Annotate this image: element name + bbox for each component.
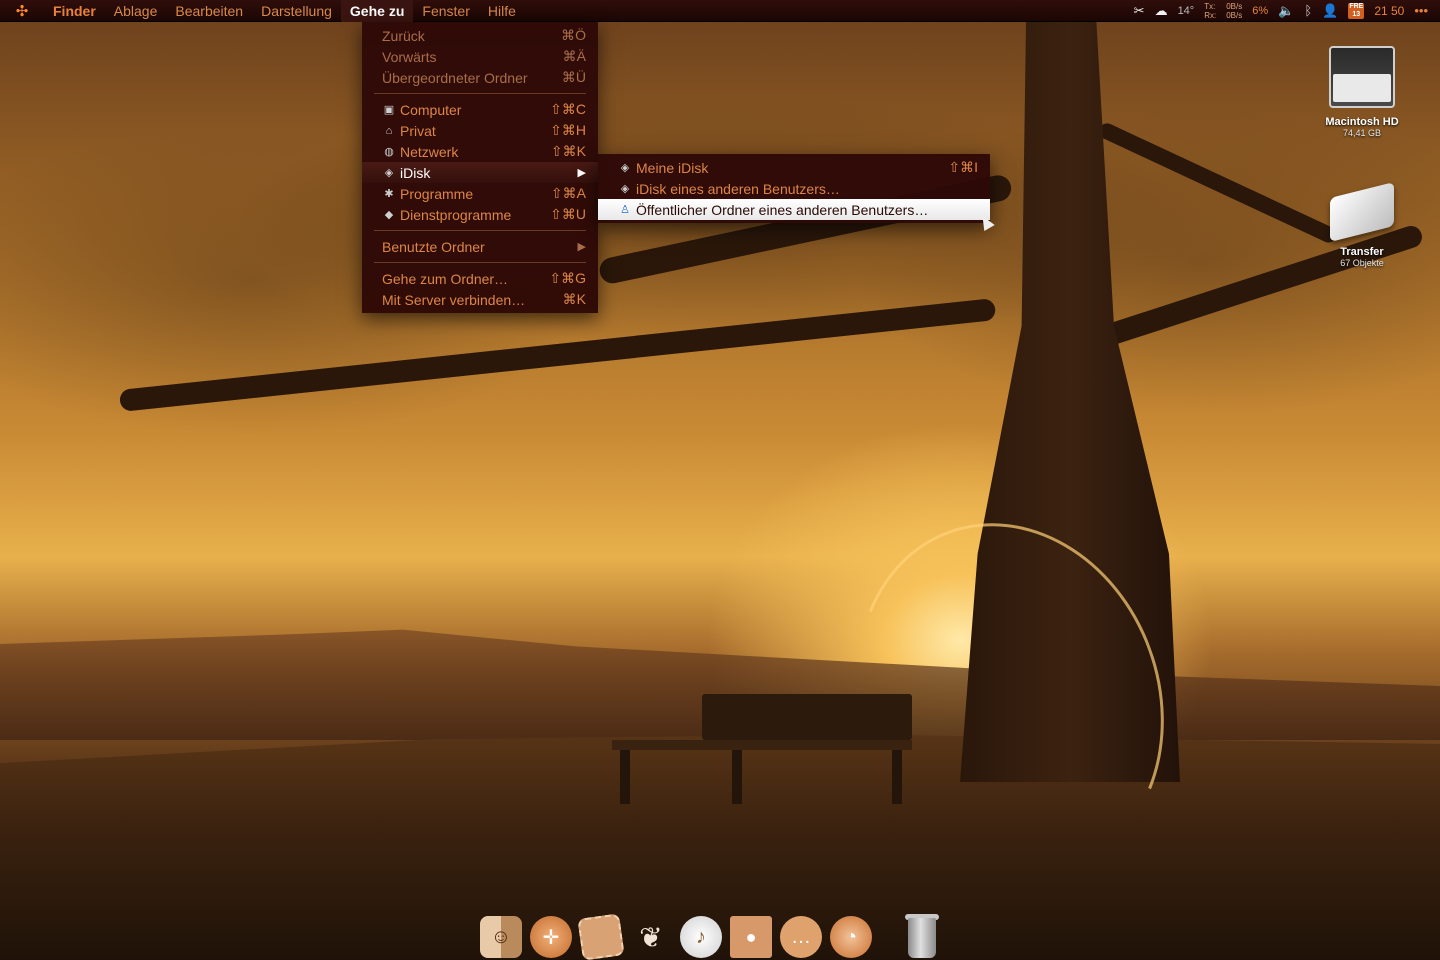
menu-item-zurueck[interactable]: Zurück ⌘Ö [362,25,598,46]
desktop-icon-macintosh-hd[interactable]: Macintosh HD 74,41 GB [1307,34,1417,138]
rx-label: Rx: [1204,10,1217,20]
dock-mail[interactable] [577,913,625,960]
tx-value: 0B/s [1226,1,1243,11]
desktop-icon-info: 74,41 GB [1342,128,1382,138]
go-menu: Zurück ⌘Ö Vorwärts ⌘Ä Übergeordneter Ordne… [362,22,598,313]
volume-icon[interactable]: 🔈 [1278,3,1294,19]
music-note-icon: ♪ [680,916,722,958]
trash-icon [908,918,936,958]
menu-item-privat[interactable]: ⌂ Privat ⇧⌘H [362,120,598,141]
dock-chat[interactable]: … [778,914,824,960]
idisk-submenu: ◈ Meine iDisk ⇧⌘I ◈ iDisk eines anderen Ben… [598,154,990,223]
menu-item-netzwerk[interactable]: ◍ Netzwerk ⇧⌘K [362,141,598,162]
calendar-date: 13 [1352,10,1361,18]
desktop-icon-transfer[interactable]: Transfer 67 Objekte [1307,180,1417,268]
menu-hilfe[interactable]: Hilfe [479,0,525,22]
idisk-icon: ◈ [620,162,630,174]
dock-itunes[interactable]: ♪ [678,914,724,960]
menu-separator [374,93,586,94]
calendar-day: FRE [1349,2,1364,10]
more-icon[interactable]: ••• [1414,3,1428,18]
desktop-icon-info: 67 Objekte [1340,258,1384,268]
cpu-usage[interactable]: 6% [1252,5,1268,17]
status-area: ✂ ☁ 14° Tx: Rx: 0B/s 0B/s 6% 🔈 ᛒ 👤 FRE 1… [1134,0,1440,22]
bluetooth-icon[interactable]: ᛒ [1304,3,1312,18]
menu-separator [374,262,586,263]
menu-item-oeffentlicher-ordner[interactable]: ♙ Öffentlicher Ordner eines anderen Benut… [598,199,990,220]
submenu-arrow-icon: ▶ [577,241,586,253]
calendar-icon[interactable]: FRE 13 [1348,2,1365,19]
tx-label: Tx: [1204,1,1216,11]
idisk-icon: ◈ [620,183,630,195]
public-folder-icon: ♙ [620,204,630,216]
menu-darstellung[interactable]: Darstellung [252,0,341,22]
menu-ablage[interactable]: Ablage [105,0,167,22]
weather-icon[interactable]: ☁ [1155,3,1168,19]
dock: ☺ ✛ ❦ ♪ ● … ◔ [478,902,942,960]
menu-fenster[interactable]: Fenster [413,0,478,22]
hard-drive-icon [1323,34,1401,112]
menu-bearbeiten[interactable]: Bearbeiten [166,0,252,22]
applications-icon: ✱ [384,188,394,200]
finder-icon: ☺ [480,916,522,958]
submenu-arrow-icon: ▶ [577,167,586,179]
speech-bubble-icon: … [780,916,822,958]
computer-icon: ▣ [383,104,395,116]
network-icon: ◍ [384,146,394,158]
menu-gehe-zu[interactable]: Gehe zu [340,0,414,22]
dock-feather-app[interactable]: ❦ [628,914,674,960]
compass-icon: ✛ [530,916,572,958]
menu-item-dienstprogramme[interactable]: ◆ Dienstprogramme ⇧⌘U [362,204,598,225]
menu-item-meine-idisk[interactable]: ◈ Meine iDisk ⇧⌘I [598,157,990,178]
menu-item-idisk[interactable]: ◈ iDisk ▶ [362,162,598,183]
external-drive-icon [1326,180,1398,242]
menu-item-gehe-zum-ordner[interactable]: Gehe zum Ordner… ⇧⌘G [362,268,598,289]
mail-stamp-icon [577,913,625,960]
home-icon: ⌂ [385,124,393,137]
speedometer-icon: ◔ [830,916,872,958]
menu-item-uebergeordneter-ordner[interactable]: Übergeordneter Ordner ⌘Ü [362,67,598,88]
dock-finder[interactable]: ☺ [478,914,524,960]
dock-trash[interactable] [902,912,942,960]
dock-system-preferences[interactable]: ● [728,914,774,960]
menu-item-computer[interactable]: ▣ Computer ⇧⌘C [362,99,598,120]
menu-item-idisk-anderer-benutzer[interactable]: ◈ iDisk eines anderen Benutzers… [598,178,990,199]
network-labels: Tx: Rx: [1204,2,1216,20]
menu-item-benutzte-ordner[interactable]: Benutzte Ordner ▶ [362,236,598,257]
utilities-icon: ◆ [384,209,394,221]
dock-safari[interactable]: ✛ [528,914,574,960]
idisk-icon: ◈ [384,167,394,179]
menu-clock[interactable]: 21 50 [1374,4,1404,18]
menu-item-vorwaerts[interactable]: Vorwärts ⌘Ä [362,46,598,67]
user-icon[interactable]: 👤 [1322,3,1338,19]
feather-icon: ❦ [639,921,663,953]
apple-menu-icon[interactable]: ✣ [0,2,44,20]
desktop-icon-label: Macintosh HD [1325,116,1399,128]
menu-item-mit-server-verbinden[interactable]: Mit Server verbinden… ⌘K [362,289,598,310]
menu-finder[interactable]: Finder [44,0,105,22]
network-values: 0B/s 0B/s [1226,2,1242,20]
weather-temp: 14° [1177,4,1195,17]
menu-separator [374,230,586,231]
menu-item-programme[interactable]: ✱ Programme ⇧⌘A [362,183,598,204]
dock-speedometer[interactable]: ◔ [828,914,874,960]
scissors-icon[interactable]: ✂ [1134,3,1145,19]
wallpaper-bench [612,694,922,804]
apple-panel-icon: ● [730,916,772,958]
menu-bar: ✣ Finder Ablage Bearbeiten Darstellung G… [0,0,1440,22]
desktop-icon-label: Transfer [1340,246,1384,258]
rx-value: 0B/s [1226,10,1243,20]
